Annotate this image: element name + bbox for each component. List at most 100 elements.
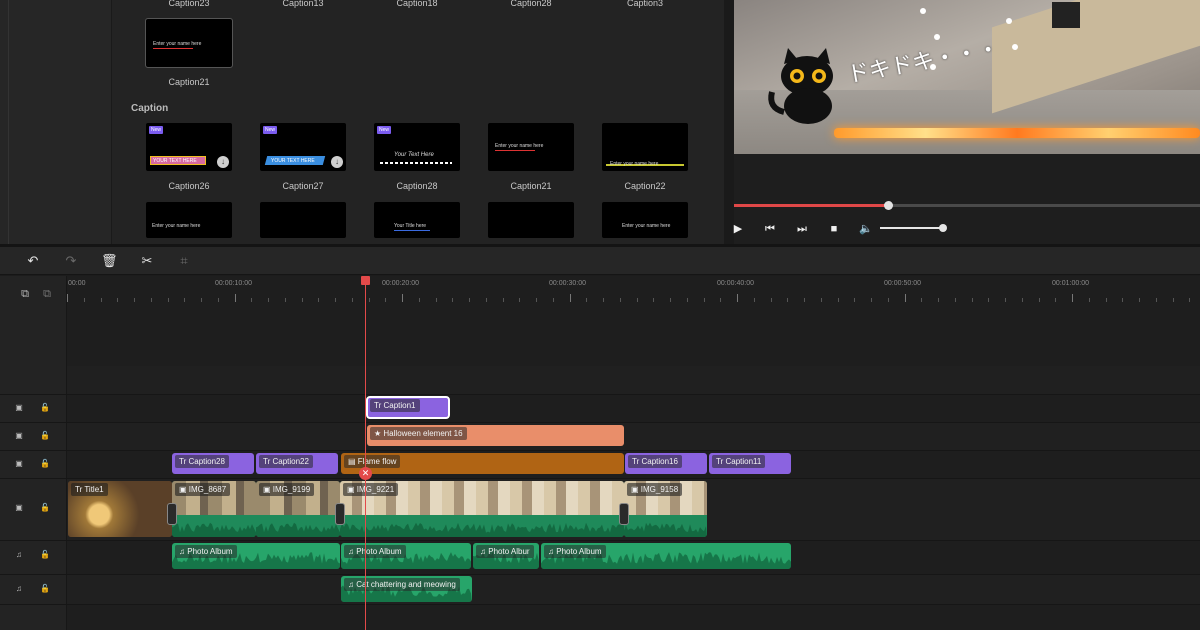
undo-icon[interactable]: ↶ bbox=[25, 253, 41, 269]
timeline-clip-caption[interactable]: Tr Caption22 bbox=[256, 453, 338, 474]
timeline-clip-video[interactable]: ▣ IMG_9199 bbox=[256, 481, 340, 537]
timeline-clip-caption[interactable]: Tr Caption1 bbox=[366, 396, 450, 419]
row-divider bbox=[0, 604, 1200, 605]
lock-icon[interactable]: 🔓 bbox=[40, 403, 50, 413]
caption-thumbnail[interactable]: Your Title here bbox=[374, 202, 460, 238]
library-item-label[interactable]: Caption23 bbox=[134, 0, 244, 8]
ruler-tick bbox=[1105, 298, 1107, 302]
transition-handle[interactable] bbox=[167, 503, 177, 525]
download-icon[interactable]: ↓ bbox=[331, 156, 343, 168]
previous-frame-button[interactable]: ⏮ bbox=[763, 222, 777, 236]
clip-label: ♫ Photo Album bbox=[544, 545, 606, 558]
timeline-clip-audio[interactable]: ♫ Photo Albur bbox=[473, 543, 539, 569]
timeline-clip-audio[interactable]: ♫ Photo Album bbox=[172, 543, 340, 569]
library-item-label[interactable]: Caption13 bbox=[248, 0, 358, 8]
caption-thumbnail[interactable]: Enter your name here bbox=[602, 123, 688, 171]
timeline-clip-video[interactable]: ▣ IMG_9158 bbox=[624, 481, 707, 537]
sparkle-dot bbox=[934, 34, 940, 40]
library-item-label[interactable]: Caption28 bbox=[476, 0, 586, 8]
empty-track-row[interactable] bbox=[67, 366, 1200, 394]
timeline-clip-audio[interactable]: ♫ Cat chattering and meowing bbox=[341, 576, 472, 602]
timeline-clip-video[interactable]: ▣ IMG_8687 bbox=[172, 481, 256, 537]
playback-progress[interactable] bbox=[734, 201, 1200, 210]
timeline-clip-caption[interactable]: Tr Caption16 bbox=[625, 453, 707, 474]
redo-icon[interactable]: ↷ bbox=[63, 253, 79, 269]
download-icon[interactable]: ↓ bbox=[217, 156, 229, 168]
progress-knob[interactable] bbox=[883, 201, 893, 210]
library-item-label[interactable]: Caption3 bbox=[590, 0, 700, 8]
playhead-line[interactable] bbox=[365, 276, 366, 630]
ruler-tick bbox=[385, 298, 387, 302]
ruler-label: 00:00:10:00 bbox=[215, 280, 252, 287]
ruler-tick bbox=[519, 298, 521, 302]
volume-slider[interactable] bbox=[880, 224, 947, 232]
library-item-label[interactable]: Caption28 bbox=[362, 181, 472, 191]
ruler-tick bbox=[619, 298, 621, 302]
panel-divider[interactable] bbox=[724, 0, 734, 244]
caption-thumbnail[interactable]: Enter your name here bbox=[146, 202, 232, 238]
caption-thumbnail[interactable] bbox=[488, 202, 574, 238]
library-item-label[interactable]: Caption21 bbox=[476, 181, 586, 191]
timeline-clip-effect[interactable]: ▤ Flame flow bbox=[341, 453, 624, 474]
ruler-tick bbox=[787, 298, 789, 302]
caption-thumbnail[interactable]: Enter your name here bbox=[488, 123, 574, 171]
caption-thumbnail[interactable]: Enter your name here bbox=[145, 18, 233, 68]
library-item-label[interactable]: Caption27 bbox=[248, 181, 358, 191]
timeline-clip-caption[interactable]: Tr Caption11 bbox=[709, 453, 791, 474]
volume-icon[interactable]: 🔈 bbox=[859, 222, 873, 236]
caption-thumbnail[interactable]: New Your Text Here bbox=[374, 123, 460, 171]
add-track-icon[interactable]: ⧉ bbox=[20, 289, 30, 300]
play-button[interactable]: ▶ bbox=[731, 222, 745, 236]
clip-label: ▤ Flame flow bbox=[344, 455, 401, 468]
stop-button[interactable]: ■ bbox=[827, 222, 841, 236]
library-item-label[interactable]: Caption22 bbox=[590, 181, 700, 191]
clip-audio-waveform bbox=[340, 515, 624, 537]
track-header-column: ⧉ ⧉ bbox=[0, 276, 67, 630]
transition-handle[interactable] bbox=[619, 503, 629, 525]
ruler-label: 00:00:30:00 bbox=[549, 280, 586, 287]
remove-track-icon[interactable]: ⧉ bbox=[42, 289, 52, 300]
caption-thumbnail[interactable]: New YOUR TEXT HERE ↓ bbox=[146, 123, 232, 171]
clip-label: ▣ IMG_9158 bbox=[627, 483, 683, 496]
caption-thumbnail[interactable]: New YOUR TEXT HERE ↓ bbox=[260, 123, 346, 171]
timeline-clip-audio[interactable]: ♫ Photo Album bbox=[541, 543, 791, 569]
ruler-tick bbox=[854, 298, 856, 302]
volume-knob[interactable] bbox=[938, 224, 947, 232]
ruler-label: 00:01:00:00 bbox=[1052, 280, 1089, 287]
ruler-tick bbox=[301, 298, 303, 302]
timeline-clip-effect[interactable]: ★ Halloween element 16 bbox=[367, 425, 624, 446]
split-icon[interactable]: ✂ bbox=[139, 253, 155, 269]
clip-label: Tr Title1 bbox=[71, 483, 108, 496]
caption-thumbnail[interactable]: Enter your name here bbox=[602, 202, 688, 238]
waveform-graphic bbox=[256, 522, 340, 537]
ruler-tick bbox=[938, 298, 939, 302]
ruler-tick bbox=[418, 298, 420, 302]
timeline-clip-video[interactable]: ▣ IMG_9221 bbox=[340, 481, 624, 537]
track-row-caption-top[interactable] bbox=[67, 394, 1200, 422]
clip-label: ♫ Cat chattering and meowing bbox=[344, 578, 460, 591]
lock-icon[interactable]: 🔓 bbox=[40, 550, 50, 560]
lock-icon[interactable]: 🔓 bbox=[40, 503, 50, 513]
timeline-clip-audio[interactable]: ♫ Photo Album bbox=[341, 543, 471, 569]
timeline-clip-video[interactable]: Tr Title1 bbox=[68, 481, 172, 537]
clip-audio-waveform bbox=[256, 515, 340, 537]
library-item-label[interactable]: Caption18 bbox=[362, 0, 472, 8]
timeline-ruler[interactable]: 00:00 00:00:10:00 00:00:20:00 00:00:30:0… bbox=[67, 276, 1200, 302]
ruler-tick bbox=[83, 298, 85, 302]
transition-handle[interactable] bbox=[335, 503, 345, 525]
library-item-label[interactable]: Caption21 bbox=[134, 77, 244, 87]
split-at-playhead-icon[interactable]: ✕ bbox=[359, 467, 372, 480]
playhead-handle[interactable] bbox=[361, 276, 370, 285]
crop-icon[interactable]: ⌗ bbox=[176, 253, 192, 269]
caption-overlay-text: ドキドキ・・・ bbox=[845, 36, 1002, 89]
caption-thumbnail[interactable] bbox=[260, 202, 346, 238]
next-frame-button[interactable]: ⏭ bbox=[795, 222, 809, 236]
delete-icon[interactable]: 🗑 bbox=[101, 253, 118, 269]
lock-icon[interactable]: 🔓 bbox=[40, 431, 50, 441]
lock-icon[interactable]: 🔓 bbox=[40, 584, 50, 594]
timeline-clip-caption[interactable]: Tr Caption28 bbox=[172, 453, 254, 474]
track-row-effect[interactable] bbox=[67, 422, 1200, 450]
lock-icon[interactable]: 🔓 bbox=[40, 459, 50, 469]
track-row-audio2[interactable] bbox=[67, 574, 1200, 604]
library-item-label[interactable]: Caption26 bbox=[134, 181, 244, 191]
